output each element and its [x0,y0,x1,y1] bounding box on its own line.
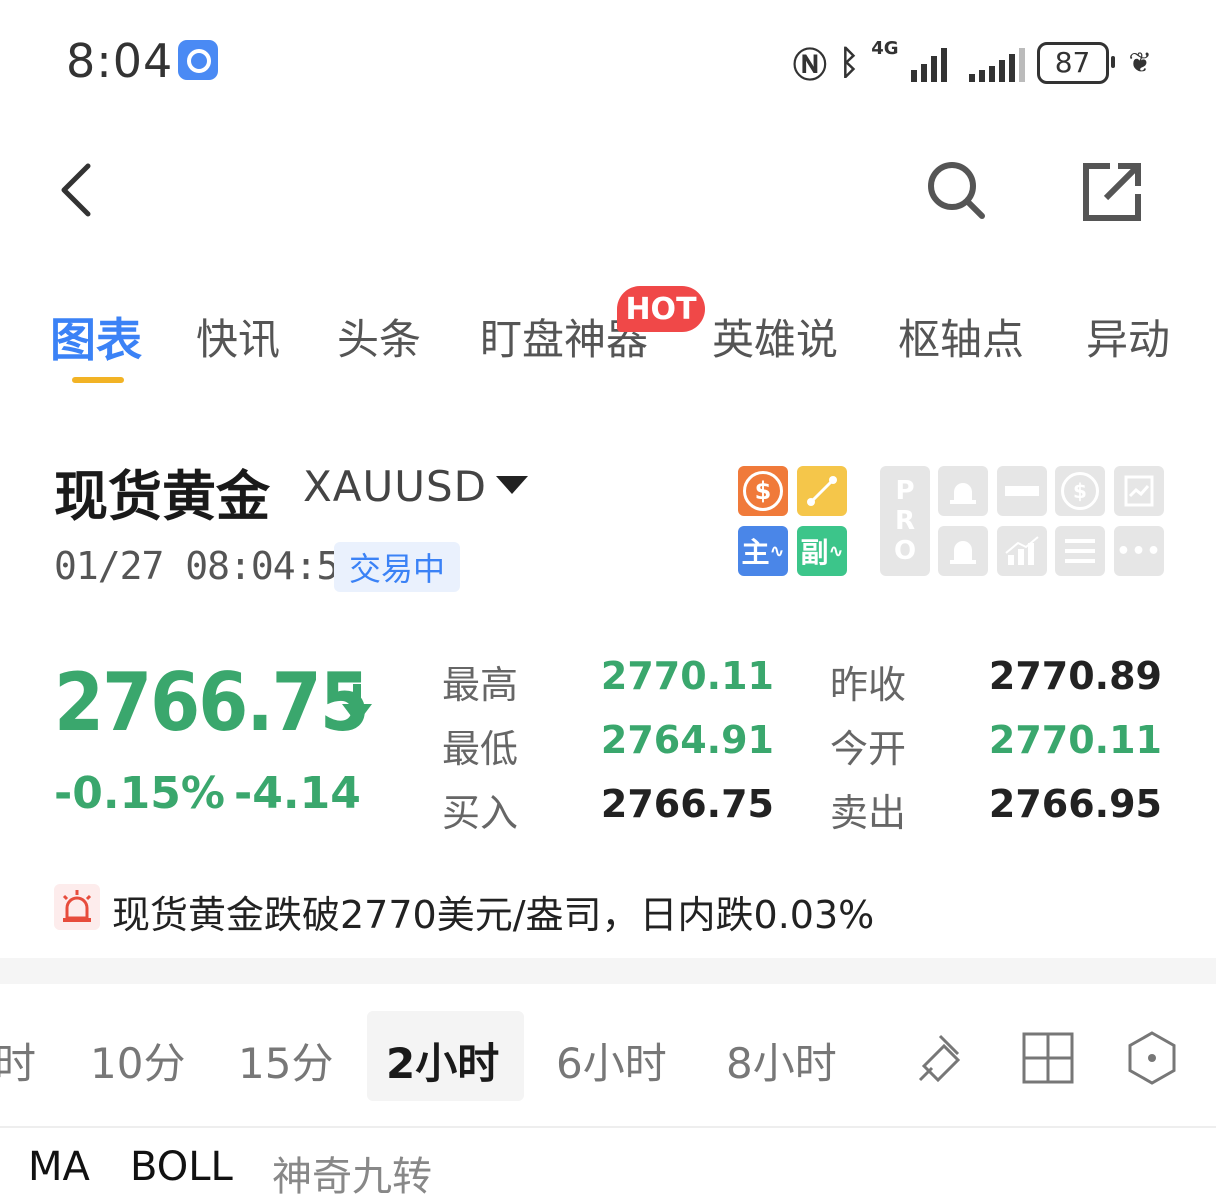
trading-status-badge: 交易中 [334,542,460,592]
instrument-name: 现货黄金 [54,465,270,528]
back-arrow-icon[interactable] [56,160,96,220]
status-time: 8:04 [66,34,174,88]
bid-label: 买入 [442,791,519,835]
high-label: 最高 [442,663,519,707]
hexagon-settings-icon[interactable] [1124,1030,1180,1086]
change-percent: -0.15% [54,768,225,819]
tab-bar: 图表 快讯 头条 盯盘神器 英雄说 枢轴点 异动 [0,296,1216,386]
battery-level: 87 [1054,46,1091,79]
prev-close-value: 2770.89 [988,654,1162,698]
pro-badge[interactable]: P R O [880,466,930,576]
instrument-code[interactable]: XAUUSD [303,462,487,511]
price-alert-bell-icon[interactable] [938,526,988,576]
bid-value: 2766.75 [600,782,774,826]
period-2h[interactable]: 2小时 [386,1030,499,1091]
nfc-icon: Ⓝ [792,46,827,86]
hot-badge: HOT [617,286,705,332]
signal-2-icon [968,44,1025,82]
ask-label: 卖出 [830,791,907,835]
trend-bars-icon[interactable] [997,526,1047,576]
tab-flash-news[interactable]: 快讯 [196,306,280,367]
bluetooth-icon: ᛒ [838,42,860,83]
low-value: 2764.91 [600,718,774,762]
arrow-down-icon [342,684,372,724]
open-value: 2770.11 [988,718,1162,762]
drawing-line-tool-icon[interactable] [797,466,847,516]
toolbar-divider [0,1126,1216,1128]
caret-down-icon[interactable] [496,476,528,494]
active-tab-indicator [72,377,124,383]
change-amount: -4.14 [234,768,361,819]
open-label: 今开 [830,727,907,771]
news-headline[interactable]: 现货黄金跌破2770美元/盎司，日内跌0.03% [112,884,874,939]
drawing-pen-icon[interactable] [914,1030,970,1086]
alarm-light-icon[interactable] [938,466,988,516]
leaf-icon: ❦ [1128,46,1152,79]
tab-chart[interactable]: 图表 [50,304,142,370]
indicator-td-sequential[interactable]: 神奇九转 [272,1144,432,1202]
tab-pivot-points[interactable]: 枢轴点 [898,306,1024,367]
quote-datetime: 01/27 08:04:52 [54,544,361,588]
ruler-icon[interactable] [997,466,1047,516]
alert-siren-icon [54,884,100,930]
list-settings-icon[interactable] [1055,526,1105,576]
period-6h[interactable]: 6小时 [556,1030,667,1091]
status-icons: Ⓝ ᛒ 4G 87 ❦ [793,38,1152,87]
share-icon[interactable] [1080,160,1144,224]
indicator-ma[interactable]: MA [28,1144,90,1190]
period-10min[interactable]: 10分 [90,1030,185,1091]
period-partial-hour[interactable]: 时 [0,1030,36,1091]
period-8h[interactable]: 8小时 [726,1030,837,1091]
dollar-tool-icon[interactable]: $ [738,466,788,516]
battery-indicator: 87 [1036,41,1115,84]
sub-indicator-tool-icon[interactable]: 副 ∿ [797,526,847,576]
tab-movers[interactable]: 异动 [1086,306,1170,367]
search-icon[interactable] [924,158,988,222]
tab-headlines[interactable]: 头条 [337,306,421,367]
more-icon[interactable]: ••• [1114,526,1164,576]
layout-grid-icon[interactable] [1020,1030,1076,1086]
app-notification-icon [178,40,218,80]
network-type: 4G [871,38,899,59]
signal-1-icon [910,44,947,82]
section-divider [0,958,1216,984]
last-price: 2766.75 [54,656,370,749]
dollar-circle-icon[interactable]: $ [1055,466,1105,516]
period-15min[interactable]: 15分 [238,1030,333,1091]
prev-close-label: 昨收 [830,663,907,707]
tab-hero-talk[interactable]: 英雄说 [712,306,838,367]
low-label: 最低 [442,727,519,771]
main-indicator-tool-icon[interactable]: 主 ∿ [738,526,788,576]
report-chart-icon[interactable] [1114,466,1164,516]
ask-value: 2766.95 [988,782,1162,826]
indicator-boll[interactable]: BOLL [130,1144,233,1190]
high-value: 2770.11 [600,654,774,698]
